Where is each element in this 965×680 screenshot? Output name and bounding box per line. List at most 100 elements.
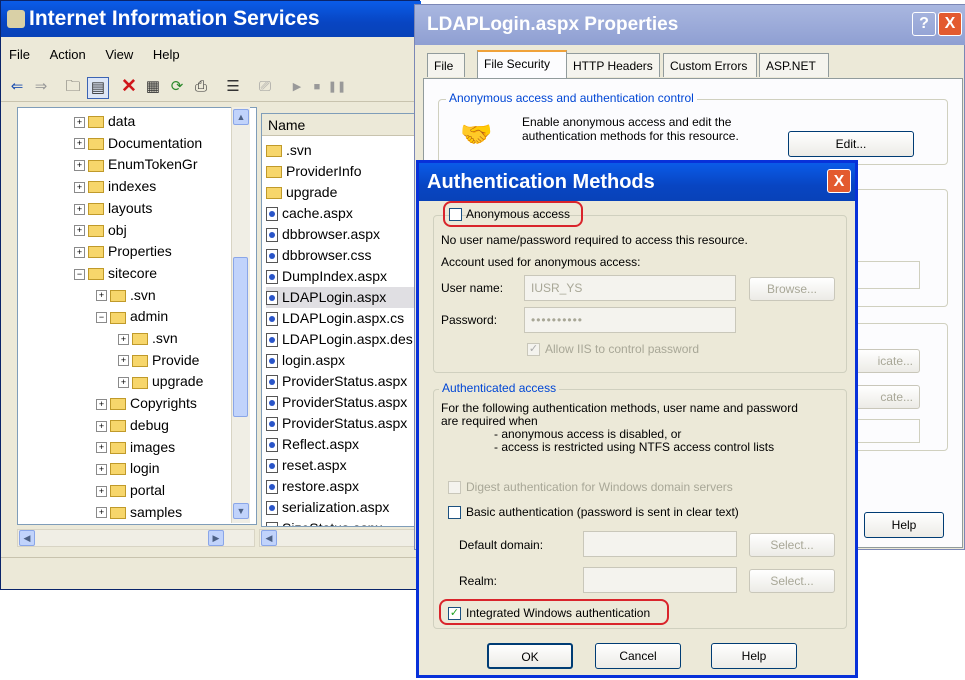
basic-checkbox[interactable] (448, 506, 461, 519)
expand-icon[interactable]: + (118, 377, 129, 389)
password-field[interactable]: •••••••••• (524, 307, 736, 333)
expand-icon[interactable]: + (74, 160, 85, 172)
list-item[interactable]: LDAPLogin.aspx (266, 287, 416, 308)
list-item[interactable]: SizeStatus.aspx (266, 518, 382, 526)
list-item[interactable]: DumpIndex.aspx (266, 266, 387, 287)
help-title-button[interactable]: ? (912, 12, 936, 36)
edit-auth-button[interactable]: Edit... (788, 131, 914, 157)
tree-node[interactable]: + EnumTokenGr (74, 153, 197, 175)
list-item[interactable]: LDAPLogin.aspx.cs (266, 308, 404, 329)
tree-node[interactable]: + Copyrights (96, 392, 197, 414)
tree-horizontal-scrollbar[interactable]: ◀ ▶ (17, 529, 255, 547)
list-item[interactable]: serialization.aspx (266, 497, 389, 518)
tree-node[interactable]: + login (96, 457, 160, 479)
tab-asp-net[interactable]: ASP.NET (759, 53, 829, 77)
list-item[interactable]: Reflect.aspx (266, 434, 359, 455)
scroll-up-icon[interactable]: ▲ (233, 109, 249, 125)
list-item[interactable]: ProviderStatus.aspx (266, 413, 407, 434)
scroll-thumb[interactable] (233, 257, 248, 417)
refresh-icon[interactable]: ⟳ (167, 77, 187, 97)
list-item[interactable]: upgrade (266, 182, 337, 203)
computer-icon[interactable]: ⎚ (255, 77, 275, 97)
list-item[interactable]: ProviderStatus.aspx (266, 392, 407, 413)
delete-icon[interactable]: ✕ (119, 77, 139, 97)
expand-icon[interactable]: + (74, 116, 85, 128)
auth-close-button[interactable]: X (827, 169, 851, 193)
list-item[interactable]: .svn (266, 140, 312, 161)
properties-help-button[interactable]: Help (864, 512, 944, 538)
tree-node[interactable]: − sitecore (74, 262, 157, 284)
expand-icon[interactable]: + (74, 203, 85, 215)
tree-node[interactable]: + Provide (118, 349, 199, 371)
ok-button[interactable]: OK (487, 643, 573, 669)
up-folder-icon[interactable]: 🗀 (63, 77, 83, 97)
help-icon[interactable]: ☰ (223, 77, 243, 97)
list-item[interactable]: cache.aspx (266, 203, 353, 224)
expand-icon[interactable]: + (96, 442, 107, 454)
play-icon[interactable]: ▶ (287, 77, 307, 97)
scroll-down-icon[interactable]: ▼ (233, 503, 249, 519)
expand-icon[interactable]: + (96, 290, 107, 302)
tab-file[interactable]: File (427, 53, 465, 77)
default-domain-field[interactable] (583, 531, 737, 557)
menu-view[interactable]: View (97, 37, 141, 73)
tree-node[interactable]: − admin (96, 305, 168, 327)
tree-node[interactable]: + obj (74, 219, 127, 241)
forward-icon[interactable]: ⇒ (31, 77, 51, 97)
digest-checkbox[interactable] (448, 481, 461, 494)
expand-icon[interactable]: + (96, 507, 107, 519)
help-button[interactable]: Help (711, 643, 797, 669)
menu-action[interactable]: Action (42, 37, 94, 73)
expand-icon[interactable]: + (74, 246, 85, 258)
username-field[interactable]: IUSR_YS (524, 275, 736, 301)
browse-button[interactable]: Browse... (749, 277, 835, 301)
cancel-button[interactable]: Cancel (595, 643, 681, 669)
tree-vertical-scrollbar[interactable]: ▲ ▼ (231, 107, 250, 523)
expand-icon[interactable]: + (96, 485, 107, 497)
expand-icon[interactable]: + (96, 398, 107, 410)
list-item[interactable]: restore.aspx (266, 476, 359, 497)
collapse-icon[interactable]: − (96, 312, 107, 324)
tree-node[interactable]: + images (96, 436, 175, 458)
list-item[interactable]: ProviderInfo (266, 161, 361, 182)
scroll-right-icon[interactable]: ▶ (208, 530, 224, 546)
expand-icon[interactable]: + (118, 333, 129, 345)
list-item[interactable]: login.aspx (266, 350, 345, 371)
menu-help[interactable]: Help (145, 37, 188, 73)
scroll-left-icon[interactable]: ◀ (261, 530, 277, 546)
expand-icon[interactable]: + (96, 420, 107, 432)
server-certificate-button[interactable]: icate... (854, 349, 920, 373)
select-realm-button[interactable]: Select... (749, 569, 835, 593)
tree-node[interactable]: + layouts (74, 197, 152, 219)
realm-field[interactable] (583, 567, 737, 593)
collapse-icon[interactable]: − (74, 268, 85, 280)
allow-iis-checkbox[interactable]: ✓ (527, 343, 540, 356)
export-icon[interactable]: ⎙ (191, 77, 211, 97)
tab-custom-errors[interactable]: Custom Errors (663, 53, 757, 77)
tree-node[interactable]: + indexes (74, 175, 156, 197)
list-item[interactable]: LDAPLogin.aspx.des (266, 329, 413, 350)
expand-icon[interactable]: + (118, 355, 129, 367)
tree-node[interactable]: + portal (96, 479, 165, 501)
tree-node[interactable]: + Documentation (74, 132, 202, 154)
select-domain-button[interactable]: Select... (749, 533, 835, 557)
properties-icon[interactable]: ▦ (143, 77, 163, 97)
column-header-name[interactable]: Name (262, 114, 422, 136)
menu-file[interactable]: File (1, 37, 38, 73)
expand-icon[interactable]: + (74, 181, 85, 193)
list-horizontal-scrollbar[interactable]: ◀ (259, 529, 421, 547)
close-title-button[interactable]: X (938, 12, 962, 36)
tree-node[interactable]: + .svn (96, 284, 156, 306)
list-item[interactable]: dbbrowser.css (266, 245, 371, 266)
list-item[interactable]: ProviderStatus.aspx (266, 371, 407, 392)
pause-icon[interactable]: ❚❚ (327, 77, 347, 97)
show-tree-icon[interactable]: ▤ (87, 77, 109, 99)
stop-icon[interactable]: ■ (307, 77, 327, 97)
list-item[interactable]: reset.aspx (266, 455, 347, 476)
tree-node[interactable]: + samples (96, 501, 182, 523)
back-icon[interactable]: ⇐ (7, 77, 27, 97)
tree-node[interactable]: + upgrade (118, 370, 203, 392)
expand-icon[interactable]: + (96, 463, 107, 475)
expand-icon[interactable]: + (74, 225, 85, 237)
scroll-left-icon[interactable]: ◀ (19, 530, 35, 546)
